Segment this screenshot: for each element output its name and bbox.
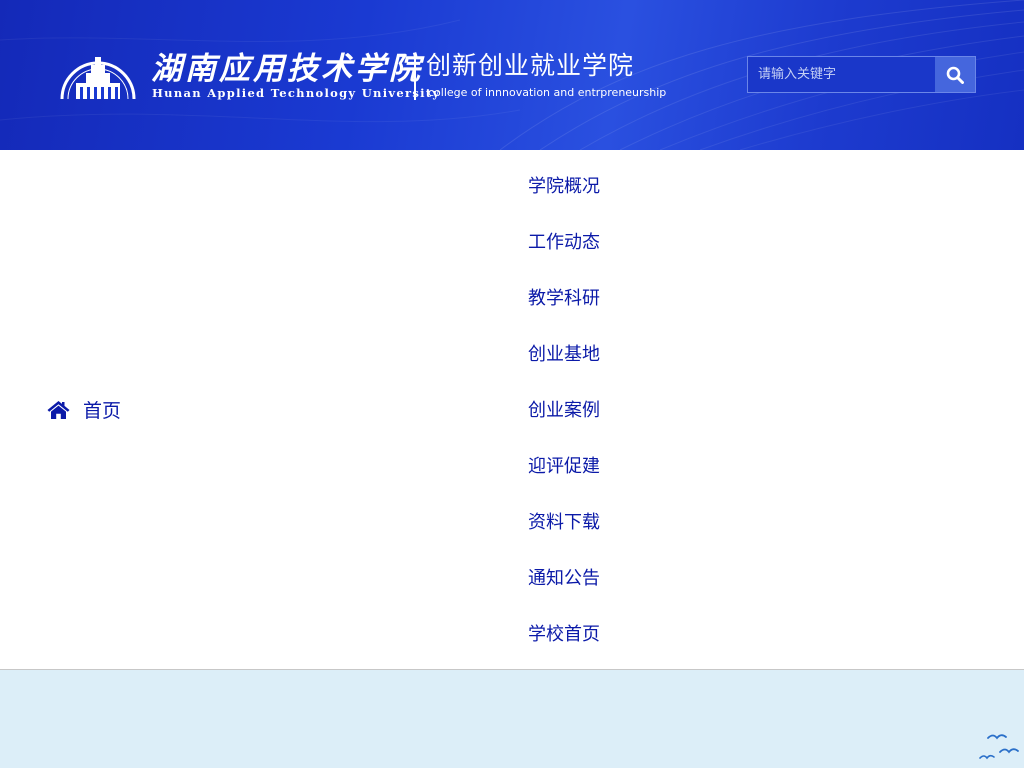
- nav-item-startup-base[interactable]: 创业基地: [528, 341, 600, 397]
- search-icon: [946, 66, 964, 84]
- nav-item-work-news[interactable]: 工作动态: [528, 229, 600, 285]
- main-nav: 学院概况 工作动态 教学科研 创业基地 创业案例 迎评促建 资料下载 通知公告 …: [528, 173, 600, 677]
- school-name-english: Hunan Applied Technology University: [152, 86, 441, 100]
- school-emblem-icon: [60, 57, 136, 99]
- search-box: [747, 56, 976, 93]
- home-icon: [47, 401, 70, 419]
- nav-item-downloads[interactable]: 资料下载: [528, 509, 600, 565]
- logo-divider: [414, 53, 416, 100]
- home-link[interactable]: 首页: [47, 396, 121, 423]
- nav-item-college-overview[interactable]: 学院概况: [528, 173, 600, 229]
- main-content: 首页 学院概况 工作动态 教学科研 创业基地 创业案例 迎评促建 资料下载 通知…: [0, 150, 1024, 669]
- college-name-english: college of innnovation and entrpreneursh…: [428, 86, 667, 99]
- home-label: 首页: [83, 400, 122, 422]
- college-name: 创新创业就业学院: [426, 51, 635, 80]
- footer: [0, 670, 1024, 768]
- site-header: 湖南应用技术学院 Hunan Applied Technology Univer…: [0, 0, 1024, 150]
- nav-item-teaching-research[interactable]: 教学科研: [528, 285, 600, 341]
- nav-item-startup-cases[interactable]: 创业案例: [528, 397, 600, 453]
- search-button[interactable]: [935, 57, 975, 92]
- seagulls-icon: [979, 734, 1019, 760]
- search-input[interactable]: [748, 57, 937, 92]
- school-name: 湖南应用技术学院: [151, 51, 423, 87]
- nav-item-evaluation[interactable]: 迎评促建: [528, 453, 600, 509]
- nav-item-notices[interactable]: 通知公告: [528, 565, 600, 621]
